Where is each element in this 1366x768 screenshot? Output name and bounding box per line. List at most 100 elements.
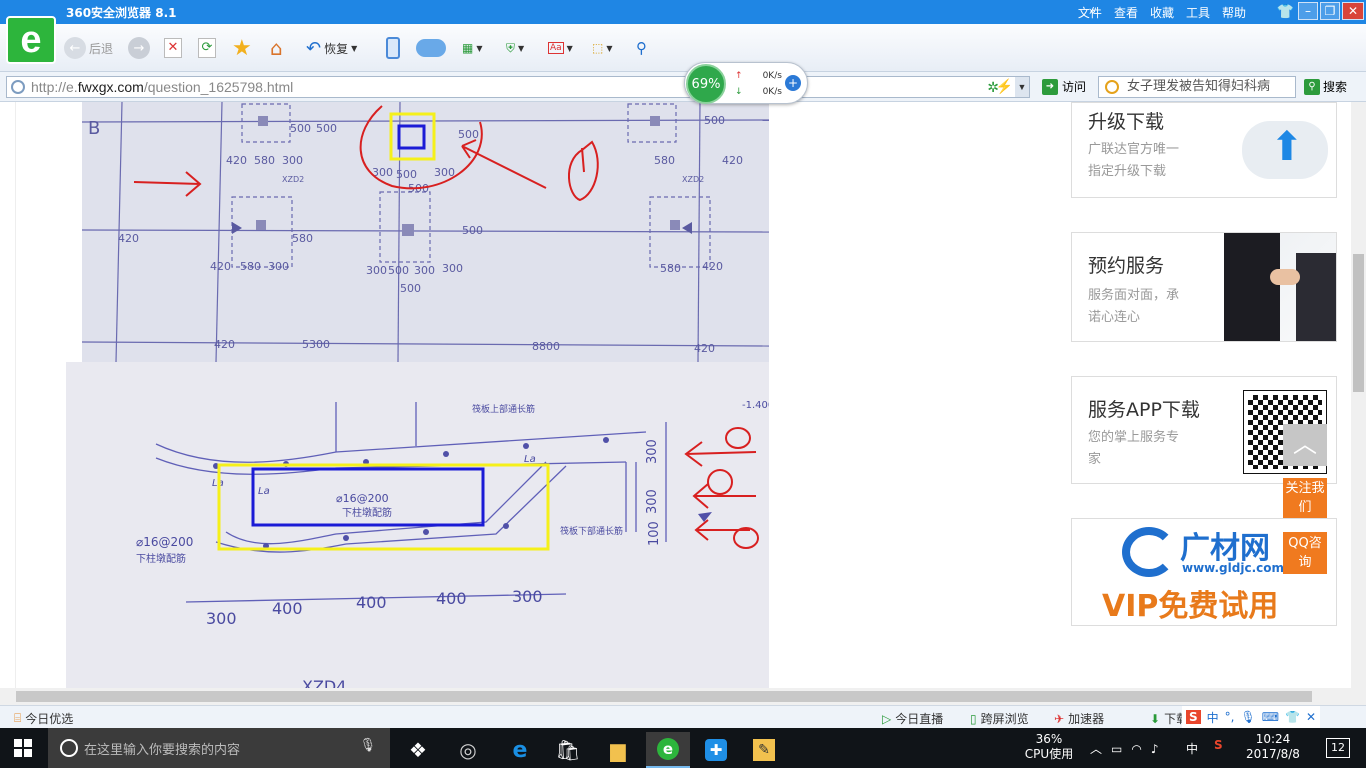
visit-button[interactable]: ➜ 访问 [1042,78,1086,95]
stop-icon: ✕ [164,38,182,58]
svg-text:-1.400: -1.400 [742,400,769,411]
restore-button[interactable]: ↶ 恢复 ▼ [306,36,357,60]
menu-file[interactable]: 文件 [1078,4,1102,21]
upgrade-download-card[interactable]: 升级下载 广联达官方唯一 指定升级下载 ⬆ [1071,102,1337,198]
svg-text:下柱墩配筋: 下柱墩配筋 [342,506,392,519]
download-arrow-icon: ⬇ [1150,711,1161,726]
sogou-tray-icon[interactable]: S [1214,738,1223,752]
url-field[interactable]: http://e. fwxgx.com/question_1625798.html… [6,76,1030,98]
search-button[interactable]: ⚲ 搜索 [1304,78,1347,95]
input-language[interactable]: 中 [1186,740,1198,757]
taskbar-search-box[interactable]: 在这里输入你要搜索的内容 🎙 [48,728,390,768]
network-speed-widget[interactable]: 69% ↑ 0K/s ↓ 0K/s + [684,62,808,104]
follow-us-button[interactable]: 关注我们 [1283,478,1327,518]
search-input[interactable]: 女子理发被告知得妇科病 [1098,76,1296,98]
network-icon[interactable]: ▭ [1111,742,1131,756]
chevron-up-icon[interactable]: ︿ [1090,742,1111,756]
forward-arrow-icon: → [128,37,150,59]
cloud-icon[interactable] [416,36,446,60]
ime-toolbar[interactable]: S 中 °, 🎙 ⌨ 👕 ✕ [1182,706,1321,728]
wifi-icon[interactable]: ◠ [1131,742,1150,756]
translate-icon[interactable]: Aa ▼ [548,36,573,60]
svg-text:XZD2: XZD2 [282,175,304,184]
menu-bar: 文件 查看 收藏 工具 帮助 [1078,4,1246,21]
windows-start-icon[interactable] [14,739,32,757]
booking-service-card[interactable]: 预约服务 服务面对面，承 诺心连心 [1071,232,1337,342]
vertical-scroll-thumb[interactable] [1353,254,1364,392]
svg-text:500: 500 [704,114,725,127]
file-explorer-icon[interactable]: ▆ [596,732,640,768]
search-engine-icon[interactable] [1105,80,1119,94]
accelerator-button[interactable]: ✈ 加速器 [1054,710,1104,727]
gift-icon: ⌸ [14,711,22,725]
qq-app-icon[interactable]: ✚ [694,732,738,768]
svg-text:500: 500 [462,224,483,237]
mic-icon[interactable]: 🎙 [1241,710,1256,724]
stop-button[interactable]: ✕ [164,36,182,60]
horizontal-scroll-thumb[interactable] [16,691,1312,702]
search-icon: ⚲ [1304,78,1320,95]
cross-screen-button[interactable]: ▯ 跨屏浏览 [970,710,1029,727]
tools-icon[interactable]: ✕ [1306,710,1316,724]
favorite-star-icon[interactable]: ★ [232,36,252,61]
svg-text:580: 580 [240,260,261,273]
zoom-icon[interactable]: ⚲ [636,36,647,60]
svg-text:580: 580 [254,154,275,167]
svg-text:XZD4: XZD4 [302,677,346,688]
horizontal-scrollbar[interactable] [0,688,1366,705]
browser-app-icon[interactable]: ◎ [446,732,490,768]
vertical-scrollbar[interactable] [1351,102,1366,688]
maximize-button[interactable]: ❐ [1320,2,1340,20]
menu-help[interactable]: 帮助 [1222,4,1246,21]
foundation-plan-image: B 420 580 300 500 300 500 300 XZD2 420 5… [81,102,770,363]
svg-text:420: 420 [214,338,235,351]
axis-b-label: B [88,118,100,139]
menu-tools[interactable]: 工具 [1186,4,1210,21]
clock[interactable]: 10:24 2017/8/8 [1238,732,1308,762]
forward-button[interactable]: → [128,36,150,60]
accelerate-plus-icon[interactable]: + [785,75,801,91]
svg-text:300: 300 [268,260,289,273]
screenshot-icon[interactable]: ⬚ ▼ [592,36,613,60]
svg-text:⌀16@200: ⌀16@200 [336,492,389,505]
home-icon[interactable]: ⌂ [270,36,283,60]
chevron-down-icon: ▼ [351,43,358,53]
back-arrow-icon: ← [64,37,86,59]
cpu-usage-widget[interactable]: 36% CPU使用 [1024,732,1074,762]
menu-view[interactable]: 查看 [1114,4,1138,21]
notes-app-icon[interactable]: ✎ [742,732,786,768]
shield-icon[interactable]: ⛨ ▼ [506,36,524,60]
minimize-button[interactable]: – [1298,2,1318,20]
refresh-button[interactable]: ⟳ [198,36,216,60]
store-icon[interactable]: 🛍 [546,732,590,768]
close-button[interactable]: ✕ [1342,2,1364,20]
notification-center-icon[interactable]: 12 [1326,738,1350,758]
svg-text:下柱墩配筋: 下柱墩配筋 [136,552,186,565]
svg-text:筏板上部通长筋: 筏板上部通长筋 [472,403,535,415]
today-picks-button[interactable]: ⌸ 今日优选 [14,710,73,727]
back-to-top-button[interactable]: ︿ [1283,424,1327,466]
sogou-ime-icon: S [1186,710,1201,724]
svg-text:300: 300 [442,262,463,275]
edge-icon[interactable]: e [498,732,542,768]
lightning-icon[interactable]: ⚡ [996,78,1013,95]
today-live-button[interactable]: ▷ 今日直播 [882,710,943,727]
rebar-detail-image: -1.400 300 300 100 La La La ⌀16@200 下柱墩配… [66,362,774,688]
system-tray-icons[interactable]: ︿▭◠♪ [1090,740,1168,757]
svg-text:420: 420 [118,232,139,245]
360-browser-taskbar-icon[interactable]: e [646,732,690,768]
memory-usage-ball[interactable]: 69% [686,64,726,104]
mobile-icon[interactable] [386,36,400,60]
shirt-icon[interactable]: 👕 [1277,4,1294,20]
microphone-icon[interactable]: 🎙 [359,738,376,753]
back-button[interactable]: ← 后退 [64,36,113,60]
skin-icon[interactable]: 👕 [1285,710,1300,724]
status-bar: ⌸ 今日优选 ▷ 今日直播 ▯ 跨屏浏览 ✈ 加速器 ⬇ 下载 S 中 °, 🎙 ⌨ 👕 … [0,705,1366,728]
url-dropdown-icon[interactable]: ▼ [1015,77,1029,97]
menu-favorites[interactable]: 收藏 [1150,4,1174,21]
browser-logo[interactable]: e [6,16,56,64]
volume-icon[interactable]: ♪ [1151,742,1168,756]
qq-consult-button[interactable]: QQ咨询 [1283,532,1327,574]
apps-grid-icon[interactable]: ▦ ▼ [462,36,483,60]
task-view-icon[interactable]: ❖ [396,732,440,768]
